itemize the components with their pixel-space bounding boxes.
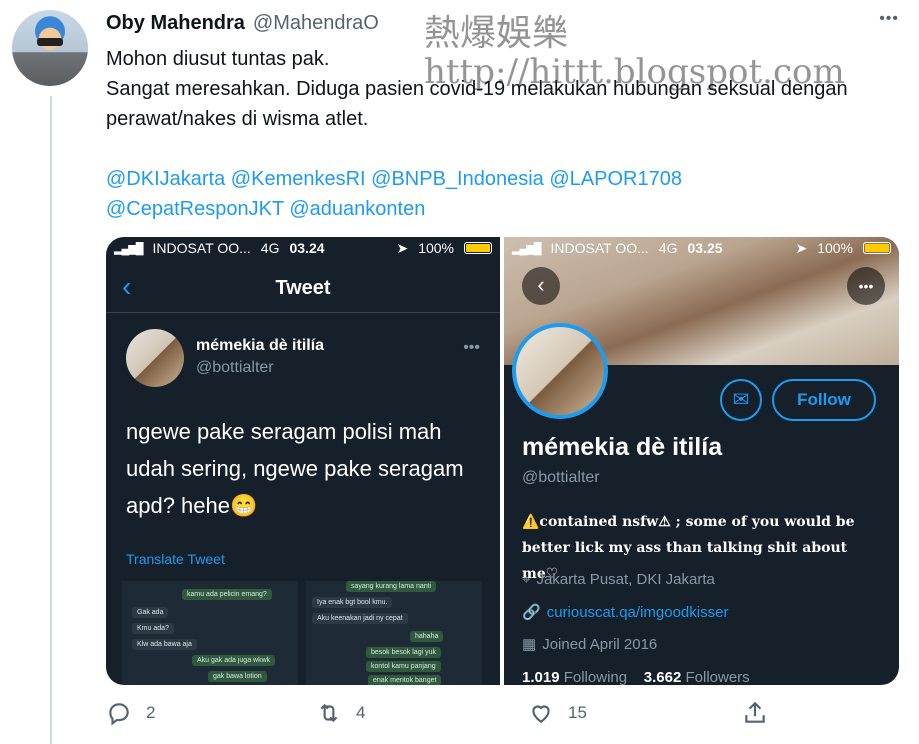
chat-bubble: hahaha <box>410 631 444 642</box>
mention-link[interactable]: @CepatResponJKT <box>106 198 284 220</box>
time-label: 03.25 <box>687 240 723 256</box>
mention-link[interactable]: @BNPB_Indonesia <box>371 168 544 190</box>
network-label: 4G <box>260 240 280 256</box>
chat-bubble: Klw ada bawa aja <box>132 639 197 650</box>
author-name[interactable]: Oby Mahendra <box>106 12 245 35</box>
like-count: 15 <box>568 703 587 722</box>
author-avatar[interactable] <box>12 10 88 86</box>
inner-avatar <box>126 329 184 387</box>
chat-bubble: sayang kurang lama nanti <box>346 581 437 592</box>
battery-percent: 100% <box>817 240 853 256</box>
profile-stats: 1.019 Following 3.662 Followers <box>522 669 750 685</box>
battery-percent: 100% <box>418 240 454 256</box>
inner-more-icon: ••• <box>463 339 480 356</box>
translate-link: Translate Tweet <box>126 551 225 567</box>
chat-bubble: gak bawa lotion <box>208 671 267 682</box>
profile-name: mémekia dè itilía <box>522 433 723 461</box>
location-pin-icon: ⌖ <box>522 571 531 588</box>
profile-location-text: Jakarta Pusat, DKI Jakarta <box>536 571 715 588</box>
link-icon: 🔗 <box>522 604 541 621</box>
following-count: 1.019 <box>522 669 560 685</box>
location-arrow-icon: ➤ <box>396 239 409 256</box>
profile-joined-text: Joined April 2016 <box>542 636 658 653</box>
share-button[interactable] <box>742 700 768 726</box>
chat-bubble: kontol kamu panjang <box>366 661 441 672</box>
inner-nav-title: Tweet <box>275 277 331 299</box>
chat-bubble: Kmu ada? <box>132 623 174 634</box>
chat-bubble: Aku keenakan jadi ny cepat <box>312 613 408 624</box>
media-image-left[interactable]: ▂▄▆█ INDOSAT OO... 4G 03.24 ➤ 100% ‹ Twe… <box>106 237 500 685</box>
chat-image-1: kamu ada pelicin emang? Gak ada Kmu ada?… <box>122 581 298 685</box>
reply-icon <box>109 703 129 726</box>
tweet-text-line1: Mohon diusut tuntas pak. <box>106 48 330 70</box>
more-options-icon[interactable]: ••• <box>879 10 899 28</box>
inner-author-name: mémekia dè itilía <box>196 337 325 354</box>
retweet-count: 4 <box>356 703 366 722</box>
mention-link[interactable]: @KemenkesRI <box>231 168 366 190</box>
status-bar: ▂▄▆█ INDOSAT OO... 4G 03.25 ➤ 100% <box>504 237 899 259</box>
tweet-text: Mohon diusut tuntas pak. Sangat meresahk… <box>106 44 896 224</box>
chat-image-2: sayang kurang lama nanti Iya enak bgt bo… <box>306 581 482 685</box>
profile-location: ⌖ Jakarta Pusat, DKI Jakarta <box>522 571 715 588</box>
profile-avatar <box>512 323 608 419</box>
following-label: Following <box>563 669 628 685</box>
time-label: 03.24 <box>289 240 325 256</box>
reply-button[interactable]: 2 <box>106 700 155 726</box>
tweet-actions: 2 4 15 <box>106 700 774 736</box>
author-handle[interactable]: @MahendraO <box>253 12 379 35</box>
chat-bubble: enak mentok banget <box>368 675 442 685</box>
heart-icon <box>532 705 550 723</box>
carrier-label: INDOSAT OO... <box>152 240 251 256</box>
mail-icon: ✉ <box>720 379 762 421</box>
chat-bubble: Gak ada <box>132 607 169 618</box>
calendar-icon: ▦ <box>522 636 537 653</box>
tweet-text-line2: Sangat meresahkan. Diduga pasien covid-1… <box>106 78 848 130</box>
signal-icon: ▂▄▆█ <box>114 242 143 255</box>
mention-link[interactable]: @DKIJakarta <box>106 168 225 190</box>
like-button[interactable]: 15 <box>528 700 587 726</box>
avatar-glasses <box>37 38 63 46</box>
inner-author-handle: @bottialter <box>196 359 274 376</box>
network-label: 4G <box>658 240 678 256</box>
follow-button: Follow <box>772 379 876 421</box>
status-bar: ▂▄▆█ INDOSAT OO... 4G 03.24 ➤ 100% <box>106 237 500 259</box>
tweet-header: Oby Mahendra @MahendraO <box>106 12 379 36</box>
carrier-label: INDOSAT OO... <box>550 240 649 256</box>
retweet-icon <box>320 703 338 723</box>
inner-tweet-text: ngewe pake seragam polisi mah udah serin… <box>126 419 464 518</box>
share-icon <box>745 701 765 723</box>
followers-count: 3.662 <box>643 669 682 685</box>
followers-label: Followers <box>685 669 750 685</box>
chat-bubble: besok besok lagi yuk <box>366 647 441 658</box>
retweet-button[interactable]: 4 <box>316 700 365 726</box>
signal-icon: ▂▄▆█ <box>512 242 541 255</box>
back-chevron-icon: ‹ <box>522 267 560 305</box>
thread-line <box>50 96 52 744</box>
profile-joined: ▦ Joined April 2016 <box>522 635 657 653</box>
inner-navbar: ‹ Tweet <box>106 263 500 313</box>
tweet-media[interactable]: ▂▄▆█ INDOSAT OO... 4G 03.24 ➤ 100% ‹ Twe… <box>106 237 899 685</box>
chat-bubble: Iya enak bgt bool kmu. <box>312 597 393 608</box>
reply-count: 2 <box>146 703 156 722</box>
profile-handle: @bottialter <box>522 469 600 486</box>
mention-link[interactable]: @LAPOR1708 <box>549 168 682 190</box>
battery-icon <box>863 242 891 254</box>
battery-icon <box>464 242 492 254</box>
location-arrow-icon: ➤ <box>795 239 808 256</box>
profile-link-text: curiouscat.qa/imgoodkisser <box>546 604 729 621</box>
media-image-right[interactable]: ▂▄▆█ INDOSAT OO... 4G 03.25 ➤ 100% ‹ •••… <box>504 237 899 685</box>
mention-link[interactable]: @aduankonten <box>289 198 425 220</box>
chat-bubble: Aku gak ada juga wkwk <box>192 655 276 666</box>
profile-link: 🔗 curiouscat.qa/imgoodkisser <box>522 603 728 621</box>
chat-bubble: kamu ada pelicin emang? <box>182 589 272 600</box>
more-options-icon: ••• <box>847 267 885 305</box>
tweet-mentions: @DKIJakarta @KemenkesRI @BNPB_Indonesia … <box>106 164 896 224</box>
